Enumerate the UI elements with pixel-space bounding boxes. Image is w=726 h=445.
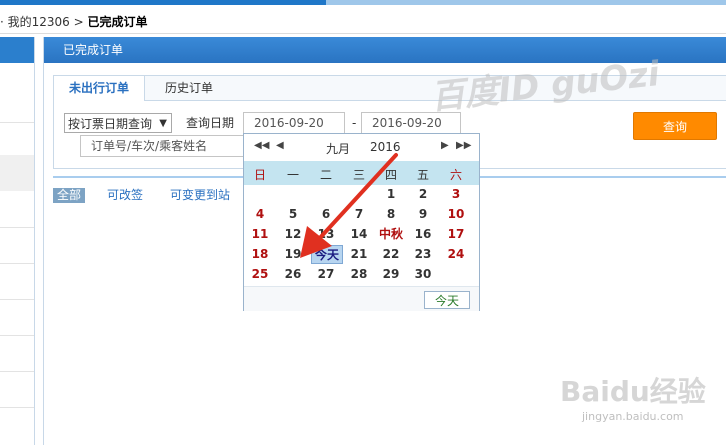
start-date-input[interactable]: 2016-09-20	[243, 112, 345, 134]
next-month-icon[interactable]: ▶	[441, 140, 449, 151]
sidebar-divider	[0, 407, 34, 408]
date-type-value: 按订票日期查询	[68, 117, 153, 131]
calendar-footer: 今天	[244, 286, 479, 311]
breadcrumb-separator: >	[73, 15, 84, 29]
date-type-select[interactable]: 按订票日期查询 ▼	[64, 113, 172, 133]
sidebar-divider	[0, 263, 34, 264]
calendar-day[interactable]: 4	[244, 205, 276, 224]
sidebar-divider	[0, 227, 34, 228]
breadcrumb: · 我的12306 > 已完成订单	[0, 13, 148, 30]
tab-upcoming-orders[interactable]: 未出行订单	[54, 76, 145, 101]
tab-history-orders[interactable]: 历史订单	[146, 76, 232, 100]
weekday-label: 四	[384, 168, 397, 182]
filter-changeable[interactable]: 可改签	[107, 188, 143, 203]
baidu-url: jingyan.baidu.com	[582, 410, 684, 423]
sidebar-divider	[0, 371, 34, 372]
calendar-weekdays: 日 一 二 三 四 五 六	[244, 161, 479, 185]
sidebar-divider	[0, 122, 34, 123]
calendar-day[interactable]: 22	[375, 245, 407, 264]
breadcrumb-home[interactable]: · 我的12306	[0, 15, 70, 29]
weekday-label: 三	[352, 168, 365, 182]
top-bar-light	[326, 0, 726, 5]
chevron-down-icon: ▼	[159, 118, 167, 129]
date-picker-calendar: ◀◀ ◀ 九月 2016 ▶ ▶▶ 日 一 二 三 四 五 六 12345678…	[243, 133, 480, 311]
calendar-day[interactable]: 21	[343, 245, 375, 264]
sidebar	[0, 37, 35, 445]
calendar-days: 1 2 3 4 5 6 7 8 9 10 11 12 13 14 中秋 16 17 18 19 今天 21 22 23 24 2…	[244, 185, 479, 285]
calendar-day[interactable]: 10	[440, 205, 472, 224]
calendar-day[interactable]: 24	[440, 245, 472, 264]
sidebar-divider	[0, 299, 34, 300]
calendar-nav: ◀◀ ◀ 九月 2016 ▶ ▶▶	[244, 134, 479, 161]
baidu-logo: Baidu经验	[560, 375, 706, 408]
calendar-day-today[interactable]: 今天	[311, 245, 343, 264]
calendar-day[interactable]: 18	[244, 245, 276, 264]
query-button[interactable]: 查询	[633, 112, 717, 140]
calendar-day[interactable]: 29	[375, 265, 407, 284]
next-year-icon[interactable]: ▶▶	[456, 140, 471, 151]
weekday-label: 一	[286, 168, 299, 182]
date-range-separator: -	[352, 116, 357, 130]
calendar-day[interactable]: 9	[407, 205, 439, 224]
calendar-day[interactable]: 14	[343, 225, 375, 244]
date-label: 查询日期	[186, 116, 235, 130]
calendar-day[interactable]: 26	[277, 265, 309, 284]
calendar-day[interactable]: 27	[310, 265, 342, 284]
calendar-day[interactable]: 6	[310, 205, 342, 224]
calendar-day[interactable]: 3	[440, 185, 472, 204]
prev-year-icon[interactable]: ◀◀	[254, 140, 269, 151]
calendar-day[interactable]: 1	[375, 185, 407, 204]
calendar-day[interactable]: 23	[407, 245, 439, 264]
calendar-day[interactable]: 11	[244, 225, 276, 244]
calendar-month[interactable]: 九月	[326, 140, 350, 157]
calendar-day[interactable]: 25	[244, 265, 276, 284]
filter-all[interactable]: 全部	[53, 188, 85, 203]
today-button[interactable]: 今天	[424, 291, 470, 309]
calendar-day[interactable]: 28	[343, 265, 375, 284]
calendar-day[interactable]: 12	[277, 225, 309, 244]
weekday-label: 日	[253, 168, 266, 182]
keyword-placeholder: 订单号/车次/乘客姓名	[91, 139, 208, 153]
calendar-day[interactable]: 8	[375, 205, 407, 224]
calendar-day[interactable]: 16	[407, 225, 439, 244]
sidebar-divider	[0, 335, 34, 336]
calendar-day[interactable]: 13	[310, 225, 342, 244]
prev-month-icon[interactable]: ◀	[276, 140, 284, 151]
weekday-label: 五	[416, 168, 429, 182]
calendar-day[interactable]: 5	[277, 205, 309, 224]
calendar-day[interactable]: 17	[440, 225, 472, 244]
breadcrumb-current: 已完成订单	[87, 15, 148, 29]
calendar-day[interactable]: 2	[407, 185, 439, 204]
sidebar-item-selected[interactable]	[0, 155, 34, 191]
weekday-label: 六	[449, 168, 462, 182]
breadcrumb-divider	[0, 33, 726, 34]
calendar-year[interactable]: 2016	[370, 140, 401, 154]
calendar-day[interactable]: 7	[343, 205, 375, 224]
calendar-day[interactable]: 30	[407, 265, 439, 284]
calendar-day[interactable]: 19	[277, 245, 309, 264]
calendar-day[interactable]: 中秋	[375, 225, 407, 244]
weekday-label: 二	[319, 168, 332, 182]
sidebar-header	[0, 37, 34, 63]
filter-change-station[interactable]: 可变更到站	[170, 188, 230, 203]
top-bar	[0, 0, 726, 5]
